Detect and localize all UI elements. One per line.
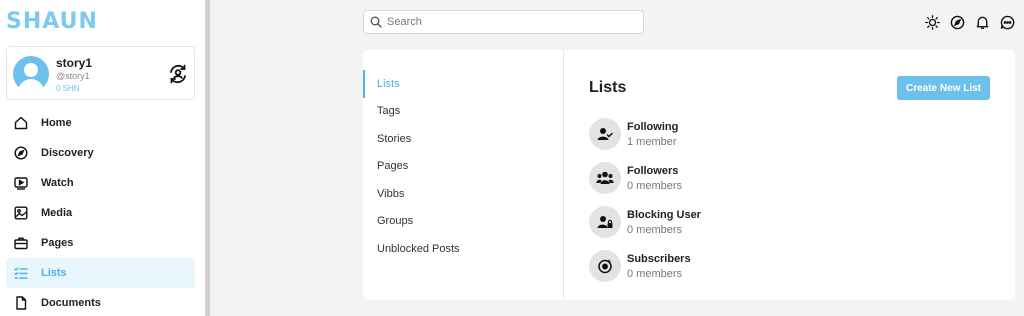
sidebar: SHAUN story1 @story1 0 SHN Home Discover… [0, 0, 205, 316]
users-icon [589, 162, 621, 194]
token-balance: 0 SHN [56, 84, 80, 93]
sidebar-nav: Home Discovery Watch Media Pages Lists D… [6, 108, 195, 316]
profile-card[interactable]: story1 @story1 0 SHN [6, 46, 195, 100]
document-icon [14, 296, 28, 310]
tab-groups[interactable]: Groups [363, 208, 563, 236]
list-item-following[interactable]: Following 1 member [589, 112, 989, 156]
profile-name[interactable]: story1 [56, 56, 92, 70]
list-member-count: 0 members [627, 267, 683, 280]
create-new-list-button[interactable]: Create New List [897, 76, 990, 100]
chat-icon[interactable] [999, 14, 1015, 30]
compass-icon [14, 146, 28, 160]
avatar[interactable] [13, 56, 49, 92]
search-icon [370, 16, 382, 28]
sun-icon[interactable] [924, 14, 940, 30]
tab-pages[interactable]: Pages [363, 153, 563, 181]
sidebar-item-pages[interactable]: Pages [6, 228, 195, 258]
play-icon [14, 176, 28, 190]
list-item-blocking-user[interactable]: Blocking User 0 members [589, 200, 989, 244]
sidebar-item-label: Documents [41, 297, 101, 309]
sidebar-item-watch[interactable]: Watch [6, 168, 195, 198]
briefcase-icon [14, 236, 28, 250]
list-name: Following [627, 120, 679, 133]
lists-tabs: Lists Tags Stories Pages Vibbs Groups Un… [363, 70, 563, 263]
list-member-count: 0 members [627, 179, 683, 192]
tab-lists[interactable]: Lists [363, 70, 563, 98]
sidebar-item-label: Media [41, 207, 73, 219]
list-item-followers[interactable]: Followers 0 members [589, 156, 989, 200]
sidebar-item-label: Pages [41, 237, 74, 249]
user-lock-icon [589, 206, 621, 238]
sidebar-divider[interactable] [205, 0, 210, 316]
subscribe-icon [589, 250, 621, 282]
sidebar-item-home[interactable]: Home [6, 108, 195, 138]
tab-unblocked-posts[interactable]: Unblocked Posts [363, 235, 563, 263]
profile-handle: @story1 [56, 71, 90, 81]
list-member-count: 1 member [627, 135, 677, 148]
lists-list: Following 1 member Followers 0 members B… [589, 112, 989, 288]
sidebar-item-documents[interactable]: Documents [6, 288, 195, 316]
card-divider [563, 50, 564, 300]
compass-icon[interactable] [949, 14, 965, 30]
list-member-count: 0 members [627, 223, 683, 236]
lists-card: Lists Tags Stories Pages Vibbs Groups Un… [363, 50, 1015, 300]
sidebar-item-label: Discovery [41, 147, 94, 159]
sidebar-item-label: Watch [41, 177, 74, 189]
sidebar-item-media[interactable]: Media [6, 198, 195, 228]
list-item-subscribers[interactable]: Subscribers 0 members [589, 244, 989, 288]
tab-stories[interactable]: Stories [363, 125, 563, 153]
image-icon [14, 206, 28, 220]
tab-vibbs[interactable]: Vibbs [363, 180, 563, 208]
page-title: Lists [589, 79, 627, 96]
app-logo[interactable]: SHAUN [6, 8, 98, 34]
list-name: Followers [627, 164, 679, 177]
search-input[interactable] [387, 16, 627, 28]
list-name: Subscribers [627, 252, 691, 265]
switch-account-icon[interactable] [167, 63, 189, 85]
sidebar-item-label: Lists [41, 267, 67, 279]
list-name: Blocking User [627, 208, 701, 221]
sidebar-item-lists[interactable]: Lists [6, 258, 195, 288]
tab-tags[interactable]: Tags [363, 98, 563, 126]
sidebar-item-label: Home [41, 117, 72, 129]
bell-icon[interactable] [974, 14, 990, 30]
list-icon [14, 266, 28, 280]
home-icon [14, 116, 28, 130]
logo-text: SHAUN [6, 8, 98, 34]
search-bar[interactable] [363, 10, 644, 34]
top-icons [924, 14, 1015, 30]
sidebar-item-discovery[interactable]: Discovery [6, 138, 195, 168]
user-check-icon [589, 118, 621, 150]
